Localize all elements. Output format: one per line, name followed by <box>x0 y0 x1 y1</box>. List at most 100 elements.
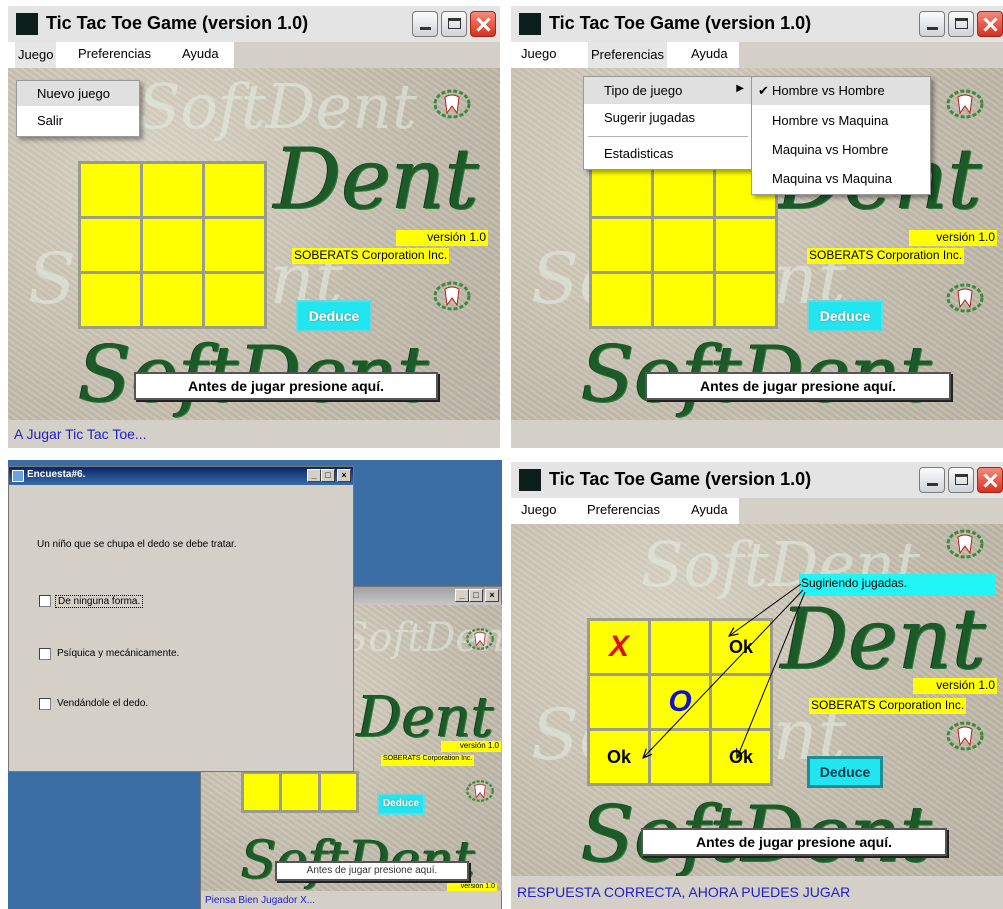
grid-cell[interactable] <box>592 219 651 271</box>
grid-cell[interactable] <box>654 219 713 271</box>
grid-cell[interactable] <box>716 274 775 326</box>
minimize-button[interactable]: _ <box>307 469 321 482</box>
tooth-emblem-icon <box>946 283 984 313</box>
grid-cell[interactable] <box>143 164 202 216</box>
survey-question: Un niño que se chupa el dedo se debe tra… <box>37 539 237 550</box>
app-window: Tic Tac Toe Game (version 1.0) Juego Pre… <box>511 462 1003 909</box>
title-bar[interactable]: Tic Tac Toe Game (version 1.0) <box>511 6 1003 42</box>
close-button[interactable] <box>470 11 496 37</box>
submenu-item-machine-vs-human[interactable]: Maquina vs Hombre <box>752 134 930 163</box>
tic-tac-toe-grid <box>589 161 778 329</box>
maximize-button[interactable]: □ <box>469 589 483 602</box>
grid-cell[interactable] <box>244 774 280 810</box>
grid-cell[interactable] <box>81 219 140 271</box>
start-instructions-button[interactable]: Antes de jugar presione aquí. <box>645 372 951 400</box>
company-label: SOBERATS Corporation Inc. <box>381 755 475 766</box>
app-icon <box>519 469 541 491</box>
minimize-button[interactable] <box>919 11 945 37</box>
start-instructions-button[interactable]: Antes de jugar presione aquí. <box>275 861 469 881</box>
title-bar[interactable]: Tic Tac Toe Game (version 1.0) <box>8 6 500 42</box>
company-label: SOBERATS Corporation Inc. <box>809 698 967 714</box>
minimize-button[interactable] <box>412 11 438 37</box>
menu-preferencias[interactable]: Preferencias <box>78 46 151 61</box>
start-instructions-button[interactable]: Antes de jugar presione aquí. <box>134 372 438 400</box>
submenu-item-machine-vs-machine[interactable]: Maquina vs Maquina <box>752 163 930 194</box>
company-label: SOBERATS Corporation Inc. <box>807 248 965 264</box>
status-bar: Piensa Bien Jugador X... <box>201 891 501 909</box>
grid-cell[interactable] <box>654 164 713 216</box>
menu-ayuda[interactable]: Ayuda <box>691 502 728 517</box>
version-label: versión 1.0 <box>441 741 501 752</box>
grid-cell[interactable] <box>205 164 264 216</box>
dent-logo: Dent <box>274 130 479 228</box>
deduce-button[interactable]: Deduce <box>807 300 883 332</box>
option-label[interactable]: Psíquica y mecánicamente. <box>57 648 179 659</box>
survey-dialog: Encuesta#6. _ □ × Un niño que se chupa e… <box>8 466 354 772</box>
screenshot-panel-game-menu: Tic Tac Toe Game (version 1.0) Juego Pre… <box>8 6 500 448</box>
deduce-button[interactable]: Deduce <box>377 793 425 815</box>
checkmark-icon: ✔ <box>758 83 769 98</box>
menu-item-statistics[interactable]: Estadisticas <box>584 140 752 169</box>
option-checkbox[interactable] <box>39 698 51 710</box>
menu-item-new-game[interactable]: Nuevo juego <box>17 81 139 106</box>
close-button[interactable] <box>977 11 1003 37</box>
maximize-button[interactable]: □ <box>321 469 335 482</box>
menu-preferencias[interactable]: Preferencias <box>587 502 660 517</box>
tic-tac-toe-grid <box>78 161 267 329</box>
grid-cell[interactable] <box>205 274 264 326</box>
window-title: Tic Tac Toe Game (version 1.0) <box>549 13 812 33</box>
version-label: versión 1.0 <box>447 883 497 891</box>
grid-cell[interactable] <box>81 274 140 326</box>
game-type-submenu: ✔ Hombre vs Hombre Hombre vs Maquina Maqu… <box>751 76 931 195</box>
tic-tac-toe-grid <box>241 771 359 813</box>
grid-cell[interactable] <box>282 774 318 810</box>
maximize-button[interactable] <box>948 467 974 493</box>
screenshot-panel-survey: _ □ × SoftDent Dent SoftDent versión 1.0… <box>8 460 502 909</box>
menu-ayuda[interactable]: Ayuda <box>182 46 219 61</box>
menu-bar: Juego Preferencias Ayuda <box>8 42 234 68</box>
menu-juego[interactable]: Juego <box>521 502 556 517</box>
deduce-button[interactable]: Deduce <box>296 300 372 332</box>
grid-cell[interactable] <box>143 274 202 326</box>
option-checkbox[interactable] <box>39 595 51 607</box>
maximize-button[interactable] <box>948 11 974 37</box>
minimize-button[interactable] <box>919 467 945 493</box>
close-button[interactable] <box>977 467 1003 493</box>
start-instructions-button[interactable]: Antes de jugar presione aquí. <box>641 828 947 856</box>
grid-cell[interactable] <box>654 274 713 326</box>
title-bar[interactable]: Tic Tac Toe Game (version 1.0) <box>511 462 1003 498</box>
close-button[interactable]: × <box>485 589 499 602</box>
menu-item-game-type[interactable]: Tipo de juego ▶ <box>584 77 752 104</box>
grid-cell[interactable] <box>143 219 202 271</box>
menu-juego[interactable]: Juego <box>521 46 556 61</box>
grid-cell[interactable] <box>81 164 140 216</box>
option-checkbox[interactable] <box>39 648 51 660</box>
deduce-button[interactable]: Deduce <box>807 756 883 788</box>
grid-cell[interactable] <box>205 219 264 271</box>
app-icon <box>519 13 541 35</box>
survey-titlebar[interactable]: Encuesta#6. _ □ × <box>9 467 353 485</box>
submenu-item-human-vs-human[interactable]: ✔ Hombre vs Hombre <box>752 77 930 105</box>
status-bar: A Jugar Tic Tac Toe... <box>8 420 500 448</box>
option-label[interactable]: De ninguna forma. <box>55 595 144 608</box>
grid-cell[interactable] <box>592 274 651 326</box>
tooth-emblem-icon <box>466 780 494 802</box>
minimize-button[interactable]: _ <box>455 589 469 602</box>
grid-cell[interactable] <box>592 164 651 216</box>
screenshot-panel-preferences-menu: Tic Tac Toe Game (version 1.0) Juego Pre… <box>511 6 1003 448</box>
close-button[interactable]: × <box>337 469 351 482</box>
version-label: versión 1.0 <box>396 230 488 246</box>
menu-item-exit[interactable]: Salir <box>17 106 139 136</box>
menu-item-label: Tipo de juego <box>604 83 683 98</box>
maximize-button[interactable] <box>441 11 467 37</box>
grid-cell[interactable] <box>320 774 356 810</box>
menu-item-suggest-moves[interactable]: Sugerir jugadas <box>584 104 752 133</box>
menu-ayuda[interactable]: Ayuda <box>691 46 728 61</box>
menu-preferencias[interactable]: Preferencias <box>588 42 667 68</box>
option-label[interactable]: Vendándole el dedo. <box>57 698 148 709</box>
submenu-item-human-vs-machine[interactable]: Hombre vs Maquina <box>752 105 930 134</box>
grid-cell[interactable] <box>716 219 775 271</box>
submenu-item-label: Hombre vs Hombre <box>772 83 885 98</box>
menu-juego[interactable]: Juego <box>15 42 57 68</box>
menu-separator <box>588 136 748 137</box>
